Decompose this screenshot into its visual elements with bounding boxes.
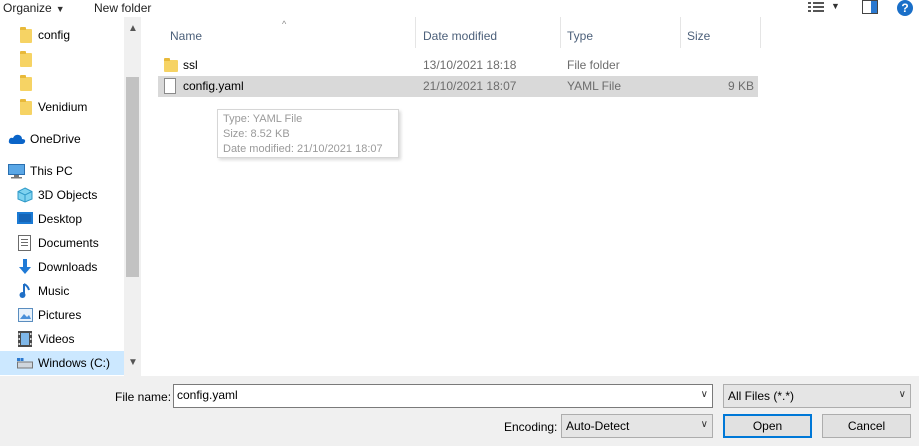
folder-icon: [20, 51, 32, 67]
nav-item-3d-objects[interactable]: 3D Objects: [0, 183, 124, 207]
folder-icon: [20, 75, 32, 91]
preview-pane-icon[interactable]: [862, 0, 878, 14]
nav-item-folder-unnamed-1[interactable]: [0, 47, 124, 71]
new-folder-button[interactable]: New folder: [94, 0, 151, 17]
drive-icon: [17, 358, 33, 369]
nav-item-label: This PC: [30, 164, 73, 178]
column-date-modified[interactable]: Date modified: [416, 17, 560, 48]
nav-item-this-pc[interactable]: This PC: [0, 159, 124, 183]
nav-item-label: Documents: [38, 236, 99, 250]
pictures-icon: [18, 308, 33, 322]
column-type[interactable]: Type: [560, 17, 680, 48]
nav-item-windows-c[interactable]: Windows (C:): [0, 351, 124, 375]
file-type-filter-select[interactable]: All Files (*.*) ∨: [723, 384, 911, 408]
tooltip-size: Size: 8.52 KB: [223, 128, 290, 140]
navigation-pane: config Venidium OneDrive This PC 3D Obje…: [0, 17, 141, 376]
toolbar: Organize ▼ New folder ▼ ?: [0, 0, 919, 17]
column-header: ^ Name Date modified Type Size: [141, 17, 919, 48]
nav-item-label: 3D Objects: [38, 188, 98, 202]
videos-icon: [18, 331, 32, 347]
documents-icon: [18, 235, 31, 251]
scroll-down-icon[interactable]: ▼: [128, 357, 138, 368]
nav-item-label: Videos: [38, 332, 75, 346]
chevron-down-icon: ▼: [55, 4, 65, 14]
file-type: YAML File: [567, 79, 622, 93]
scroll-up-icon[interactable]: ▲: [128, 23, 138, 34]
chevron-down-icon: ∨: [700, 419, 708, 430]
file-info-tooltip: Type: YAML File Size: 8.52 KB Date modif…: [217, 109, 399, 158]
desktop-icon: [17, 212, 33, 224]
3d-objects-icon: [17, 187, 33, 203]
encoding-value: Auto-Detect: [566, 419, 630, 433]
nav-item-label: OneDrive: [30, 132, 81, 146]
downloads-icon: [19, 259, 31, 274]
tooltip-date: Date modified: 21/10/2021 18:07: [223, 143, 383, 155]
cancel-button[interactable]: Cancel: [822, 414, 911, 438]
dialog-footer: File name: ∨ All Files (*.*) ∨ Encoding:…: [0, 376, 919, 446]
nav-item-downloads[interactable]: Downloads: [0, 255, 124, 279]
folder-icon: [20, 99, 32, 115]
chevron-down-icon: ∨: [898, 389, 906, 400]
nav-item-pictures[interactable]: Pictures: [0, 303, 124, 327]
column-divider[interactable]: [760, 17, 761, 48]
file-row[interactable]: ssl 13/10/2021 18:18 File folder: [158, 55, 758, 76]
open-button[interactable]: Open: [723, 414, 812, 438]
nav-item-label: Venidium: [38, 100, 88, 114]
file-date: 13/10/2021 18:18: [423, 58, 517, 72]
nav-item-label: Downloads: [38, 260, 98, 274]
organize-button[interactable]: Organize ▼: [3, 0, 65, 17]
nav-item-videos[interactable]: Videos: [0, 327, 124, 351]
view-dropdown-icon[interactable]: ▼: [831, 1, 840, 11]
nav-item-documents[interactable]: Documents: [0, 231, 124, 255]
nav-item-desktop[interactable]: Desktop: [0, 207, 124, 231]
file-name-combobox[interactable]: ∨: [173, 384, 713, 408]
nav-scrollbar[interactable]: ▲ ▼: [124, 17, 141, 376]
file-size: 9 KB: [727, 79, 754, 93]
file-date: 21/10/2021 18:07: [423, 79, 517, 93]
nav-item-label: Pictures: [38, 308, 82, 322]
onedrive-icon: [8, 134, 26, 144]
chevron-down-icon[interactable]: ∨: [701, 389, 708, 400]
column-size[interactable]: Size: [680, 17, 760, 48]
scrollbar-thumb[interactable]: [126, 77, 139, 277]
help-icon[interactable]: ?: [897, 0, 913, 16]
music-icon: [19, 283, 30, 298]
folder-icon: [20, 27, 32, 43]
column-name[interactable]: Name: [163, 17, 416, 48]
nav-item-onedrive[interactable]: OneDrive: [0, 127, 124, 151]
file-name-label: File name:: [115, 390, 172, 404]
file-name: ssl: [183, 58, 198, 72]
nav-item-music[interactable]: Music: [0, 279, 124, 303]
tooltip-type: Type: YAML File: [223, 113, 303, 125]
nav-item-venidium[interactable]: Venidium: [0, 95, 124, 119]
file-list: ^ Name Date modified Type Size ssl 13/10…: [141, 17, 919, 376]
file-name-input[interactable]: [177, 388, 677, 402]
nav-item-folder-unnamed-2[interactable]: [0, 71, 124, 95]
nav-item-label: Music: [38, 284, 70, 298]
file-type-filter-value: All Files (*.*): [728, 389, 795, 403]
file-type: File folder: [567, 58, 620, 72]
file-icon: [164, 78, 176, 94]
nav-item-label: Desktop: [38, 212, 83, 226]
file-name: config.yaml: [183, 79, 244, 93]
file-row[interactable]: config.yaml 21/10/2021 18:07 YAML File 9…: [158, 76, 758, 97]
encoding-label: Encoding:: [504, 420, 558, 434]
nav-item-config[interactable]: config: [0, 23, 124, 47]
view-options-icon[interactable]: [808, 1, 824, 14]
folder-icon: [164, 58, 178, 72]
nav-item-label: Windows (C:): [38, 356, 111, 370]
this-pc-icon: [8, 164, 25, 179]
organize-label: Organize: [3, 1, 52, 15]
nav-item-label: config: [38, 28, 71, 42]
encoding-select[interactable]: Auto-Detect ∨: [561, 414, 713, 438]
